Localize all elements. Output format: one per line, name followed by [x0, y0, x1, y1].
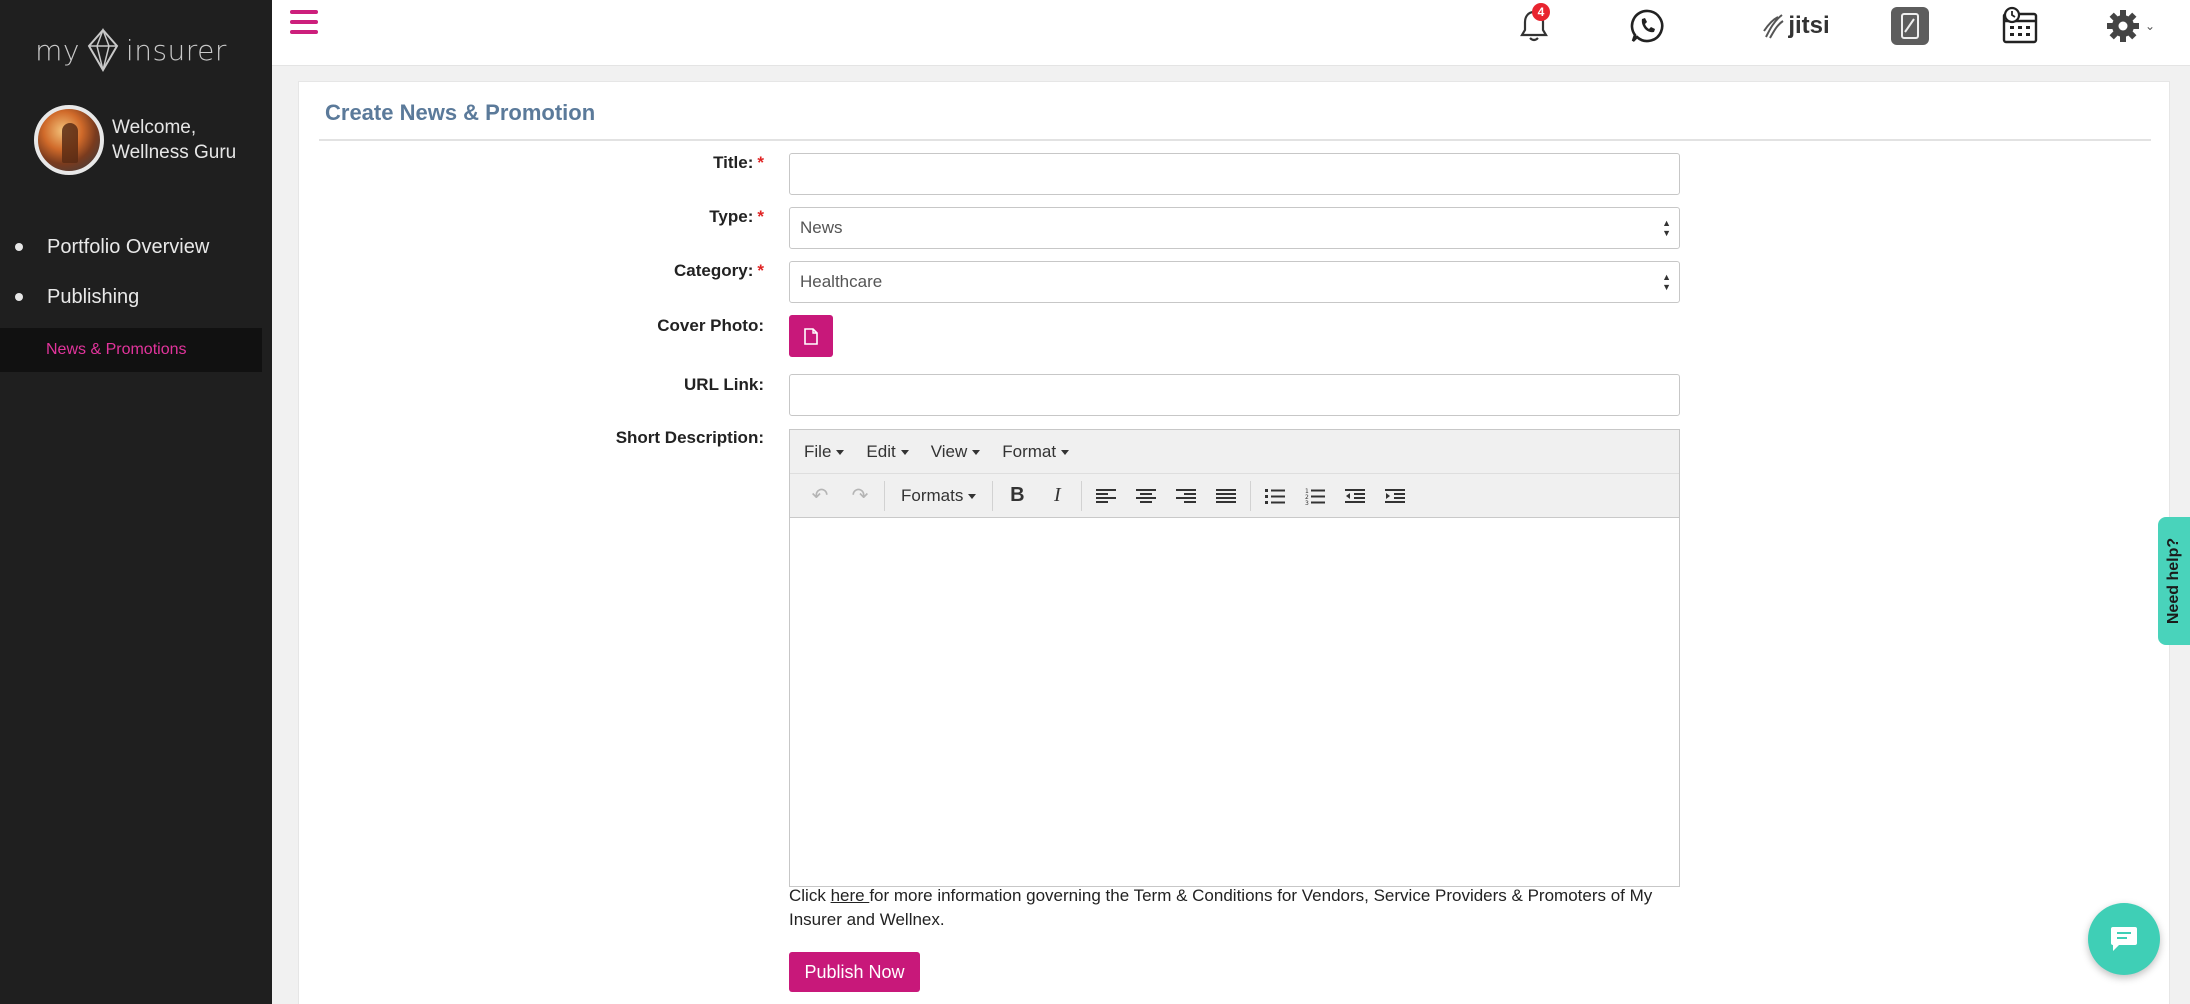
- menu-format[interactable]: Format: [1002, 442, 1069, 462]
- redo-icon: ↷: [851, 485, 869, 507]
- category-selected-value: Healthcare: [800, 272, 883, 291]
- terms-text: Click here for more information governin…: [789, 886, 1653, 929]
- indent-icon: [1385, 488, 1406, 503]
- formats-dropdown[interactable]: Formats: [889, 486, 988, 506]
- menu-view[interactable]: View: [931, 442, 981, 462]
- welcome-label: Welcome,: [112, 117, 197, 138]
- align-right-icon: [1176, 488, 1197, 503]
- menu-file[interactable]: File: [804, 442, 844, 462]
- sidebar-subitem-news-promotions[interactable]: News & Promotions: [0, 328, 262, 372]
- outdent-button[interactable]: [1335, 479, 1375, 513]
- publish-now-button[interactable]: Publish Now: [789, 952, 920, 992]
- editor-menubar: File Edit View Format: [790, 430, 1679, 474]
- sidebar-item-label: Publishing: [47, 285, 140, 308]
- page-title: Create News & Promotion: [325, 100, 596, 125]
- chat-button[interactable]: [2088, 903, 2160, 975]
- short-description-label: Short Description:: [615, 428, 764, 447]
- need-help-tab[interactable]: Need help?: [2158, 517, 2190, 645]
- calendar-clock-icon: [2002, 6, 2038, 44]
- editor-content-area[interactable]: [790, 518, 1679, 886]
- editor-toolbar: ↶ ↷ Formats B I 123: [790, 474, 1679, 518]
- notepad-icon: [1891, 7, 1929, 45]
- select-arrows-icon: ▲ ▼: [1662, 272, 1671, 292]
- redo-button[interactable]: ↷: [840, 479, 880, 513]
- notifications-button[interactable]: 4: [1512, 3, 1556, 48]
- numbered-list-icon: 123: [1305, 488, 1326, 505]
- jitsi-icon: [1763, 14, 1784, 39]
- align-left-icon: [1096, 488, 1117, 503]
- sidebar-item-publishing[interactable]: Publishing: [0, 272, 272, 322]
- undo-button[interactable]: ↶: [800, 479, 840, 513]
- logo-text-left: my: [35, 33, 80, 67]
- rich-text-editor: File Edit View Format ↶ ↷ Formats B I 12…: [789, 429, 1680, 887]
- url-link-label: URL Link:: [684, 375, 764, 394]
- bullet-list-icon: [1265, 488, 1286, 504]
- bullet-icon: [15, 293, 23, 301]
- sidebar-nav: Portfolio Overview Publishing News & Pro…: [0, 222, 272, 372]
- logo-text-right: insurer: [125, 33, 227, 67]
- type-selected-value: News: [800, 218, 843, 237]
- gear-icon: [2106, 10, 2139, 42]
- user-name: Wellness Guru: [112, 142, 237, 163]
- svg-text:3: 3: [1305, 500, 1309, 505]
- settings-button[interactable]: ⌄: [2098, 4, 2162, 48]
- need-help-label: Need help?: [2165, 537, 2183, 625]
- bullet-list-button[interactable]: [1255, 479, 1295, 513]
- terms-link[interactable]: here: [831, 886, 870, 905]
- toolbar-separator: [1250, 480, 1252, 511]
- sidebar: my insurer Welcome, Wellness Guru Portfo…: [0, 0, 272, 1004]
- calendar-button[interactable]: [1998, 4, 2042, 48]
- notes-button[interactable]: [1888, 4, 1932, 48]
- diamond-logo-icon: [87, 28, 119, 72]
- select-arrows-icon: ▲ ▼: [1662, 218, 1671, 238]
- sidebar-item-portfolio-overview[interactable]: Portfolio Overview: [0, 222, 272, 272]
- category-label: Category: *: [674, 261, 764, 280]
- align-justify-button[interactable]: [1206, 479, 1246, 513]
- title-label: Title: *: [713, 153, 764, 172]
- menu-edit[interactable]: Edit: [866, 442, 908, 462]
- align-center-icon: [1136, 488, 1157, 503]
- toolbar-separator: [884, 480, 885, 511]
- file-icon: [804, 327, 818, 345]
- divider: [319, 139, 2151, 141]
- align-right-button[interactable]: [1166, 479, 1206, 513]
- avatar[interactable]: [34, 105, 104, 175]
- jitsi-label: jitsi: [1788, 12, 1830, 39]
- chevron-down-icon: ⌄: [2144, 19, 2156, 33]
- whatsapp-icon: [1630, 9, 1664, 43]
- user-profile[interactable]: Welcome, Wellness Guru: [34, 105, 236, 175]
- numbered-list-button[interactable]: 123: [1295, 479, 1335, 513]
- type-label: Type: *: [709, 207, 764, 226]
- chat-bubble-icon: [2111, 927, 2137, 951]
- brand-logo[interactable]: my insurer: [0, 28, 262, 72]
- sidebar-subitem-label: News & Promotions: [46, 341, 187, 358]
- outdent-icon: [1345, 488, 1366, 503]
- align-left-button[interactable]: [1086, 479, 1126, 513]
- italic-button[interactable]: I: [1037, 479, 1077, 513]
- cover-photo-label: Cover Photo:: [657, 316, 764, 335]
- align-center-button[interactable]: [1126, 479, 1166, 513]
- whatsapp-button[interactable]: [1626, 4, 1670, 48]
- toolbar-separator: [1081, 480, 1083, 511]
- url-link-input[interactable]: [789, 374, 1680, 416]
- category-select[interactable]: Healthcare ▲ ▼: [789, 261, 1680, 303]
- cover-photo-upload-button[interactable]: [789, 315, 833, 357]
- bold-button[interactable]: B: [997, 479, 1037, 513]
- bullet-icon: [15, 243, 23, 251]
- align-justify-icon: [1216, 488, 1237, 503]
- menu-toggle-button[interactable]: [290, 10, 318, 36]
- type-select[interactable]: News ▲ ▼: [789, 207, 1680, 249]
- top-header: 4 jitsi ⌄: [272, 0, 2190, 66]
- title-input[interactable]: [789, 153, 1680, 195]
- notification-badge: 4: [1532, 3, 1550, 21]
- jitsi-button[interactable]: jitsi: [1748, 4, 1844, 48]
- toolbar-separator: [992, 480, 994, 511]
- welcome-text: Welcome, Wellness Guru: [112, 115, 236, 165]
- undo-icon: ↶: [811, 485, 829, 507]
- sidebar-item-label: Portfolio Overview: [47, 235, 210, 258]
- indent-button[interactable]: [1375, 479, 1415, 513]
